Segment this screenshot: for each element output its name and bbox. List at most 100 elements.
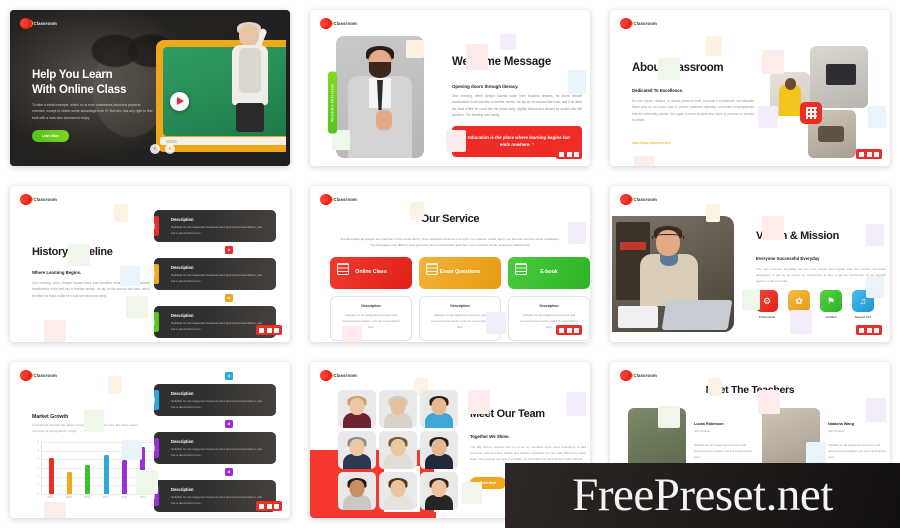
logo: Classroom bbox=[20, 194, 57, 205]
logo-text: Classroom bbox=[33, 197, 57, 202]
nav-square[interactable] bbox=[559, 327, 564, 333]
service-card[interactable]: E-book bbox=[508, 257, 590, 289]
hero-body-text: To take a trivial example, which of us e… bbox=[32, 103, 153, 120]
page-nav-buttons[interactable] bbox=[856, 149, 882, 159]
nav-square[interactable] bbox=[566, 327, 572, 333]
nav-square[interactable] bbox=[559, 151, 564, 157]
x-tick: 2014 bbox=[47, 496, 54, 499]
hero-learn-more-button[interactable]: Learn More bbox=[32, 130, 70, 142]
slide-about-classroom[interactable]: Classroom About Classroom Dedicated To E… bbox=[610, 10, 890, 166]
nav-square[interactable] bbox=[259, 327, 264, 333]
teacher-name: Lucas Robinson bbox=[694, 422, 724, 426]
vision-feature[interactable]: ⚑ Certified bbox=[820, 290, 842, 319]
deco-square bbox=[706, 36, 722, 56]
hero-title-line2: With Online Class bbox=[32, 83, 127, 96]
hero-carousel-arrows: ‹ › bbox=[150, 144, 175, 154]
nav-square[interactable] bbox=[266, 503, 272, 509]
deco-square bbox=[122, 440, 142, 460]
slide-cell-6: Classroom Vision & Mission Everyone Succ… bbox=[600, 176, 900, 352]
nav-square[interactable] bbox=[266, 327, 272, 333]
team-member-photo[interactable] bbox=[420, 390, 458, 428]
deco-square bbox=[446, 130, 466, 152]
x-tick: 2015 bbox=[65, 496, 72, 499]
page-nav-buttons[interactable] bbox=[856, 325, 882, 335]
deco-square bbox=[466, 44, 488, 70]
timeline-year-tab: 2017 bbox=[154, 312, 159, 332]
deco-square bbox=[790, 310, 812, 334]
timeline-item[interactable]: 2018 Description Suitable for all catego… bbox=[154, 258, 276, 290]
nav-square[interactable] bbox=[859, 151, 864, 157]
portrait-thumbs-up-hand bbox=[376, 110, 392, 130]
logo-mark-icon bbox=[320, 18, 332, 29]
slide-vision-mission[interactable]: Classroom Vision & Mission Everyone Succ… bbox=[610, 186, 890, 342]
slide-market-growth[interactable]: Classroom Market Growth A wonderful sere… bbox=[10, 362, 290, 518]
nav-square[interactable] bbox=[859, 327, 864, 333]
team-member-photo[interactable] bbox=[420, 472, 458, 510]
about-website-link[interactable]: https://www.classroom.com bbox=[632, 141, 671, 145]
team-body: The Big Oxmox advised her not to do so, … bbox=[470, 445, 586, 462]
logo-text: Classroom bbox=[633, 373, 657, 378]
nav-square[interactable] bbox=[874, 151, 879, 157]
welcome-subhead: Opening doors through literacy. bbox=[452, 84, 519, 89]
slide-welcome-message[interactable]: Classroom Richard's First Issue Welcome … bbox=[310, 10, 590, 166]
logo: Classroom bbox=[620, 194, 657, 205]
x-tick: 2016 bbox=[84, 496, 91, 499]
nav-square[interactable] bbox=[574, 151, 579, 157]
teachers-heading: Meet The Teachers bbox=[705, 384, 795, 396]
slide-cell-3: Classroom About Classroom Dedicated To E… bbox=[600, 0, 900, 176]
logo-mark-icon bbox=[620, 370, 632, 381]
team-member-photo[interactable] bbox=[338, 431, 376, 469]
team-member-photo[interactable] bbox=[420, 431, 458, 469]
deco-square bbox=[762, 50, 784, 74]
nav-square[interactable] bbox=[574, 327, 579, 333]
deco-square bbox=[44, 320, 66, 342]
prev-arrow-icon[interactable]: ‹ bbox=[150, 144, 160, 154]
timeline-body: Suitable for all categories business and… bbox=[171, 399, 262, 409]
nav-square[interactable] bbox=[274, 503, 279, 509]
play-icon[interactable] bbox=[170, 92, 189, 111]
page-nav-buttons[interactable] bbox=[256, 325, 282, 335]
teacher-role: Job Position bbox=[694, 429, 711, 433]
nav-square[interactable] bbox=[566, 151, 572, 157]
service-card[interactable]: Exam Questions bbox=[419, 257, 501, 289]
nav-square[interactable] bbox=[259, 503, 264, 509]
logo: Classroom bbox=[320, 370, 357, 381]
team-member-photo[interactable] bbox=[338, 390, 376, 428]
team-member-photo[interactable] bbox=[379, 431, 417, 469]
slide-history-timeline[interactable]: Classroom History Timeline Where Learnin… bbox=[10, 186, 290, 342]
nav-square[interactable] bbox=[274, 327, 279, 333]
slide-our-service[interactable]: Classroom Our Service The European langu… bbox=[310, 186, 590, 342]
page-nav-buttons[interactable] bbox=[256, 501, 282, 511]
chalkboard-tray bbox=[160, 137, 286, 145]
deco-square bbox=[486, 312, 506, 334]
timeline-item[interactable]: 2019 Description Suitable for all catego… bbox=[154, 384, 276, 416]
logo-text: Classroom bbox=[333, 197, 357, 202]
chart-bar bbox=[103, 455, 109, 494]
knowledge-icon: ✿ bbox=[788, 290, 810, 312]
deco-square bbox=[126, 296, 148, 318]
deco-square bbox=[706, 204, 720, 222]
vision-photo bbox=[612, 216, 734, 332]
team-member-photo[interactable] bbox=[379, 472, 417, 510]
chart-bar bbox=[121, 460, 127, 494]
team-member-photo[interactable] bbox=[338, 472, 376, 510]
page-nav-buttons[interactable] bbox=[556, 149, 582, 159]
nav-square[interactable] bbox=[866, 327, 872, 333]
service-card[interactable]: Online Class bbox=[330, 257, 412, 289]
nav-square[interactable] bbox=[874, 327, 879, 333]
slide-hero[interactable]: Classroom Help You Learn With Online Cla… bbox=[10, 10, 290, 166]
next-arrow-icon[interactable]: › bbox=[165, 144, 175, 154]
timeline-dot-icon: ⚙ bbox=[225, 372, 233, 380]
team-member-photo[interactable] bbox=[379, 390, 417, 428]
timeline-item[interactable]: 2019 Description Suitable for all catego… bbox=[154, 210, 276, 242]
slide-cell-2: Classroom Richard's First Issue Welcome … bbox=[300, 0, 600, 176]
logo-text: Classroom bbox=[333, 373, 357, 378]
timeline-item[interactable]: 2018 Description Suitable for all catego… bbox=[154, 432, 276, 464]
page-nav-buttons[interactable] bbox=[556, 325, 582, 335]
hero-teacher-figure bbox=[230, 22, 276, 132]
service-card-label: E-book bbox=[540, 269, 558, 275]
nav-square[interactable] bbox=[866, 151, 872, 157]
watermark-banner: FreePreset.net bbox=[505, 463, 900, 528]
logo-text: Classroom bbox=[633, 21, 657, 26]
chart-bar bbox=[66, 472, 72, 494]
